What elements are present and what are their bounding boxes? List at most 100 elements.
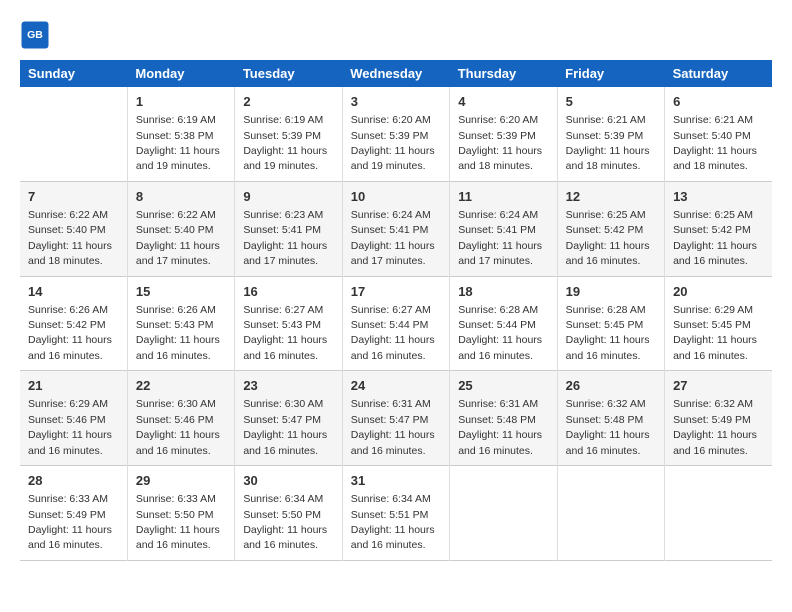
sunset-text: Sunset: 5:46 PM <box>28 414 106 426</box>
calendar-cell: 17 Sunrise: 6:27 AM Sunset: 5:44 PM Dayl… <box>342 276 449 371</box>
daylight-text: Daylight: 11 hours and 16 minutes. <box>136 429 220 456</box>
calendar-cell <box>557 466 664 561</box>
sunset-text: Sunset: 5:45 PM <box>673 319 751 331</box>
sunset-text: Sunset: 5:42 PM <box>28 319 106 331</box>
sunrise-text: Sunrise: 6:24 AM <box>351 209 431 221</box>
day-number: 28 <box>28 472 119 490</box>
calendar-cell: 30 Sunrise: 6:34 AM Sunset: 5:50 PM Dayl… <box>235 466 342 561</box>
day-number: 8 <box>136 188 226 206</box>
calendar-cell: 2 Sunrise: 6:19 AM Sunset: 5:39 PM Dayli… <box>235 87 342 181</box>
daylight-text: Daylight: 11 hours and 19 minutes. <box>243 145 327 172</box>
sunrise-text: Sunrise: 6:33 AM <box>28 493 108 505</box>
day-number: 29 <box>136 472 226 490</box>
calendar-cell: 31 Sunrise: 6:34 AM Sunset: 5:51 PM Dayl… <box>342 466 449 561</box>
day-number: 2 <box>243 93 333 111</box>
daylight-text: Daylight: 11 hours and 16 minutes. <box>673 334 757 361</box>
daylight-text: Daylight: 11 hours and 16 minutes. <box>28 429 112 456</box>
sunrise-text: Sunrise: 6:30 AM <box>136 398 216 410</box>
sunset-text: Sunset: 5:47 PM <box>243 414 321 426</box>
calendar-cell: 15 Sunrise: 6:26 AM Sunset: 5:43 PM Dayl… <box>127 276 234 371</box>
sunset-text: Sunset: 5:46 PM <box>136 414 214 426</box>
daylight-text: Daylight: 11 hours and 18 minutes. <box>28 240 112 267</box>
calendar-cell: 7 Sunrise: 6:22 AM Sunset: 5:40 PM Dayli… <box>20 181 127 276</box>
day-number: 10 <box>351 188 441 206</box>
day-number: 13 <box>673 188 764 206</box>
day-number: 24 <box>351 377 441 395</box>
day-number: 12 <box>566 188 656 206</box>
day-number: 19 <box>566 283 656 301</box>
sunrise-text: Sunrise: 6:23 AM <box>243 209 323 221</box>
calendar-cell: 25 Sunrise: 6:31 AM Sunset: 5:48 PM Dayl… <box>450 371 557 466</box>
calendar-cell: 3 Sunrise: 6:20 AM Sunset: 5:39 PM Dayli… <box>342 87 449 181</box>
sunrise-text: Sunrise: 6:27 AM <box>243 304 323 316</box>
daylight-text: Daylight: 11 hours and 19 minutes. <box>136 145 220 172</box>
sunset-text: Sunset: 5:40 PM <box>136 224 214 236</box>
calendar-cell: 20 Sunrise: 6:29 AM Sunset: 5:45 PM Dayl… <box>665 276 772 371</box>
sunrise-text: Sunrise: 6:21 AM <box>673 114 753 126</box>
sunset-text: Sunset: 5:40 PM <box>28 224 106 236</box>
daylight-text: Daylight: 11 hours and 18 minutes. <box>673 145 757 172</box>
sunrise-text: Sunrise: 6:26 AM <box>28 304 108 316</box>
day-number: 31 <box>351 472 441 490</box>
sunrise-text: Sunrise: 6:29 AM <box>673 304 753 316</box>
day-number: 18 <box>458 283 548 301</box>
daylight-text: Daylight: 11 hours and 16 minutes. <box>458 334 542 361</box>
day-number: 14 <box>28 283 119 301</box>
calendar-header: SundayMondayTuesdayWednesdayThursdayFrid… <box>20 60 772 87</box>
daylight-text: Daylight: 11 hours and 16 minutes. <box>243 429 327 456</box>
sunrise-text: Sunrise: 6:31 AM <box>458 398 538 410</box>
sunrise-text: Sunrise: 6:33 AM <box>136 493 216 505</box>
day-number: 30 <box>243 472 333 490</box>
daylight-text: Daylight: 11 hours and 16 minutes. <box>458 429 542 456</box>
calendar-cell <box>450 466 557 561</box>
sunset-text: Sunset: 5:50 PM <box>243 509 321 521</box>
daylight-text: Daylight: 11 hours and 16 minutes. <box>566 429 650 456</box>
sunset-text: Sunset: 5:51 PM <box>351 509 429 521</box>
week-row-5: 28 Sunrise: 6:33 AM Sunset: 5:49 PM Dayl… <box>20 466 772 561</box>
daylight-text: Daylight: 11 hours and 16 minutes. <box>243 334 327 361</box>
calendar-cell: 18 Sunrise: 6:28 AM Sunset: 5:44 PM Dayl… <box>450 276 557 371</box>
calendar-cell <box>665 466 772 561</box>
daylight-text: Daylight: 11 hours and 17 minutes. <box>458 240 542 267</box>
sunset-text: Sunset: 5:42 PM <box>566 224 644 236</box>
logo-icon: GB <box>20 20 50 50</box>
daylight-text: Daylight: 11 hours and 16 minutes. <box>243 524 327 551</box>
sunrise-text: Sunrise: 6:22 AM <box>136 209 216 221</box>
calendar-cell: 11 Sunrise: 6:24 AM Sunset: 5:41 PM Dayl… <box>450 181 557 276</box>
sunrise-text: Sunrise: 6:27 AM <box>351 304 431 316</box>
sunrise-text: Sunrise: 6:20 AM <box>458 114 538 126</box>
sunrise-text: Sunrise: 6:28 AM <box>566 304 646 316</box>
calendar-cell: 9 Sunrise: 6:23 AM Sunset: 5:41 PM Dayli… <box>235 181 342 276</box>
daylight-text: Daylight: 11 hours and 18 minutes. <box>458 145 542 172</box>
sunset-text: Sunset: 5:41 PM <box>243 224 321 236</box>
day-number: 1 <box>136 93 226 111</box>
sunrise-text: Sunrise: 6:29 AM <box>28 398 108 410</box>
column-header-wednesday: Wednesday <box>342 60 449 87</box>
day-number: 26 <box>566 377 656 395</box>
calendar-body: 1 Sunrise: 6:19 AM Sunset: 5:38 PM Dayli… <box>20 87 772 560</box>
sunset-text: Sunset: 5:48 PM <box>458 414 536 426</box>
sunrise-text: Sunrise: 6:34 AM <box>243 493 323 505</box>
sunrise-text: Sunrise: 6:30 AM <box>243 398 323 410</box>
sunrise-text: Sunrise: 6:32 AM <box>566 398 646 410</box>
sunset-text: Sunset: 5:43 PM <box>243 319 321 331</box>
daylight-text: Daylight: 11 hours and 17 minutes. <box>351 240 435 267</box>
day-number: 23 <box>243 377 333 395</box>
column-header-saturday: Saturday <box>665 60 772 87</box>
sunset-text: Sunset: 5:41 PM <box>351 224 429 236</box>
sunrise-text: Sunrise: 6:24 AM <box>458 209 538 221</box>
day-number: 22 <box>136 377 226 395</box>
calendar-table: SundayMondayTuesdayWednesdayThursdayFrid… <box>20 60 772 561</box>
calendar-cell: 23 Sunrise: 6:30 AM Sunset: 5:47 PM Dayl… <box>235 371 342 466</box>
week-row-4: 21 Sunrise: 6:29 AM Sunset: 5:46 PM Dayl… <box>20 371 772 466</box>
sunset-text: Sunset: 5:41 PM <box>458 224 536 236</box>
calendar-cell <box>20 87 127 181</box>
calendar-cell: 27 Sunrise: 6:32 AM Sunset: 5:49 PM Dayl… <box>665 371 772 466</box>
sunset-text: Sunset: 5:39 PM <box>458 130 536 142</box>
day-number: 9 <box>243 188 333 206</box>
daylight-text: Daylight: 11 hours and 17 minutes. <box>243 240 327 267</box>
sunrise-text: Sunrise: 6:20 AM <box>351 114 431 126</box>
sunrise-text: Sunrise: 6:28 AM <box>458 304 538 316</box>
calendar-cell: 28 Sunrise: 6:33 AM Sunset: 5:49 PM Dayl… <box>20 466 127 561</box>
sunrise-text: Sunrise: 6:22 AM <box>28 209 108 221</box>
